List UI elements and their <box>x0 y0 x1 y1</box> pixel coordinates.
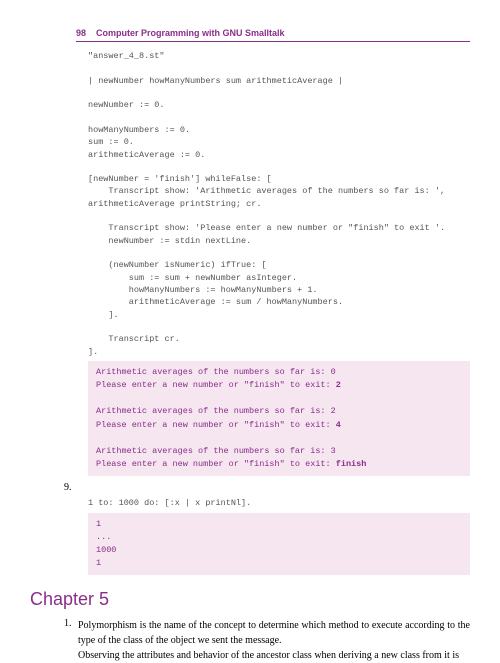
user-input: 2 <box>336 380 341 390</box>
list-number: 1. <box>64 618 78 648</box>
code-block-loop: 1 to: 1000 do: [:x | x printNl]. <box>88 497 470 509</box>
page-header: 98 Computer Programming with GNU Smallta… <box>76 28 470 42</box>
output-line: Arithmetic averages of the numbers so fa… <box>96 446 336 456</box>
book-title: Computer Programming with GNU Smalltalk <box>89 28 285 38</box>
list-marker-9: 9. <box>64 482 470 493</box>
output-line: Arithmetic averages of the numbers so fa… <box>96 406 336 416</box>
output-block-2: 1 ... 1000 1 <box>88 513 470 576</box>
chapter-heading: Chapter 5 <box>30 589 470 610</box>
user-input: finish <box>336 459 367 469</box>
output-line: Arithmetic averages of the numbers so fa… <box>96 367 336 377</box>
user-input: 4 <box>336 420 341 430</box>
paragraph: Observing the attributes and behavior of… <box>78 648 470 663</box>
output-line: Please enter a new number or "finish" to… <box>96 459 336 469</box>
list-text: Polymorphism is the name of the concept … <box>78 618 470 648</box>
output-block-1: Arithmetic averages of the numbers so fa… <box>88 361 470 476</box>
page-number: 98 <box>76 28 86 38</box>
output-line: Please enter a new number or "finish" to… <box>96 420 336 430</box>
list-item-1: 1. Polymorphism is the name of the conce… <box>64 618 470 648</box>
code-block-answer: "answer_4_8.st" | newNumber howManyNumbe… <box>88 50 470 358</box>
output-line: Please enter a new number or "finish" to… <box>96 380 336 390</box>
